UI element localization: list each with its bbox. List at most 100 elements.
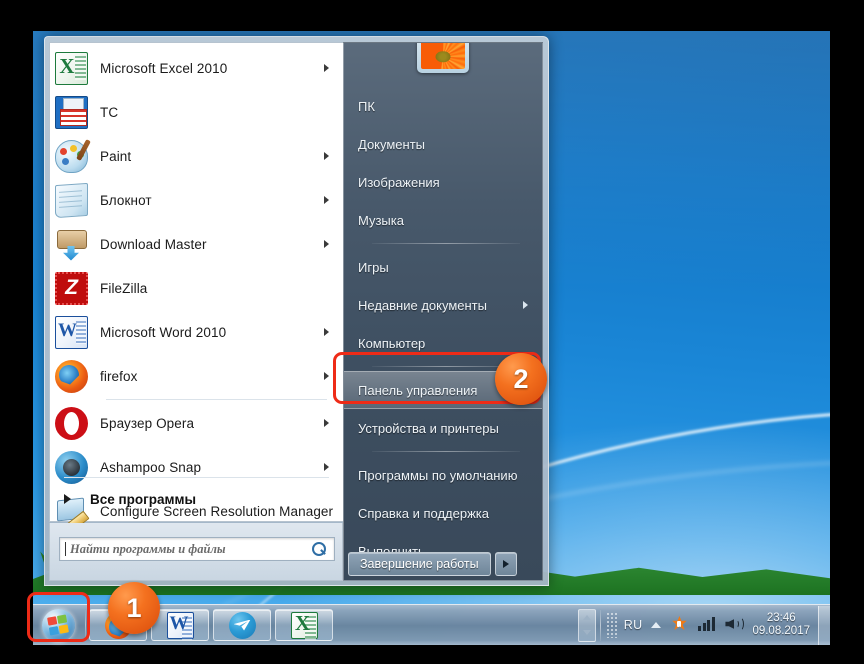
excel-icon [290,611,318,640]
program-item-1[interactable]: Microsoft Excel 2010 [50,46,343,90]
place-item-3[interactable]: Изображения [344,163,542,201]
program-list[interactable]: Microsoft Excel 2010 TC Paint Блокнот Downlo… [50,46,343,533]
chevron-right-icon[interactable] [324,64,329,72]
place-item-label: ПК [358,98,375,114]
chevron-right-icon[interactable] [324,152,329,160]
place-item-2[interactable]: Документы [344,125,542,163]
all-programs-separator [64,477,329,478]
chevron-right-icon[interactable] [324,463,329,471]
place-item-label: Изображения [358,174,440,190]
system-tray[interactable]: RU 23:46 09.08.2017 [577,605,830,645]
place-item-label: Игры [358,259,389,275]
place-item-label: Справка и поддержка [358,505,489,521]
place-item-4[interactable]: Музыка [344,201,542,239]
total-commander-icon [55,95,88,129]
chevron-right-icon [64,494,71,504]
shutdown-button[interactable]: Завершение работы [348,552,491,576]
chevron-right-icon[interactable] [324,328,329,336]
place-item-label: Программы по умолчанию [358,467,518,483]
text-caret [65,542,66,556]
program-item-label: Microsoft Word 2010 [100,324,227,340]
tray-divider [599,609,601,641]
place-item-10[interactable]: Программы по умолчанию [344,456,542,494]
clock-date: 09.08.2017 [752,625,810,637]
avatar[interactable] [417,43,469,73]
program-item-label: firefox [100,368,138,384]
place-item-5[interactable]: Игры [344,248,542,286]
all-programs-button[interactable]: Все программы [50,479,343,519]
avatar-frame [417,43,469,73]
program-item-6[interactable]: FileZilla [50,266,343,310]
place-item-9[interactable]: Устройства и принтеры [344,409,542,447]
filezilla-icon [55,271,88,305]
program-item-label: FileZilla [100,280,148,296]
program-item-label: TC [100,104,119,120]
chevron-right-icon[interactable] [324,240,329,248]
show-hidden-icons-button[interactable] [651,622,662,628]
chevron-right-icon[interactable] [324,372,329,380]
taskbar-divider [85,610,86,640]
tray-scroll-buttons[interactable] [577,608,596,642]
volume-icon[interactable] [725,616,745,634]
search-input[interactable]: Найти программы и файлы [59,537,335,561]
chevron-right-icon[interactable] [324,419,329,427]
program-item-3[interactable]: Paint [50,134,343,178]
places-separator [372,243,520,244]
chevron-up-icon [582,614,591,620]
place-item-1[interactable]: ПК [344,87,542,125]
program-item-4[interactable]: Блокнот [50,178,343,222]
place-item-label: Документы [358,136,426,152]
taskbar-button-telegram[interactable] [213,609,271,641]
places-list[interactable]: ПК Документы Изображения Музыка Игры Недавние… [344,87,542,570]
start-menu[interactable]: Microsoft Excel 2010 TC Paint Блокнот Downlo… [44,36,549,586]
antivirus-icon[interactable] [671,616,689,634]
places-separator [372,451,520,452]
start-menu-programs-pane[interactable]: Microsoft Excel 2010 TC Paint Блокнот Downlo… [49,42,343,522]
taskbar-button-word[interactable] [151,609,209,641]
telegram-icon [228,611,256,639]
start-menu-search-area[interactable]: Найти программы и файлы [49,523,343,581]
download-master-icon [55,228,88,261]
place-item-label: Компьютер [358,335,426,351]
search-placeholder: Найти программы и файлы [70,541,226,556]
program-item-9[interactable]: Браузер Opera [50,401,343,445]
paint-icon [55,139,88,173]
taskbar-button-excel[interactable] [275,609,333,641]
show-desktop-button[interactable] [818,605,830,645]
clock[interactable]: 23:46 09.08.2017 [752,612,810,638]
place-item-11[interactable]: Справка и поддержка [344,494,542,532]
program-item-2[interactable]: TC [50,90,343,134]
program-item-5[interactable]: Download Master [50,222,343,266]
program-item-label: Paint [100,148,132,164]
word-icon [55,315,88,349]
program-item-label: Браузер Opera [100,415,195,431]
annotation-badge-1: 1 [108,582,160,634]
tray-grip-handle[interactable] [605,612,618,638]
start-menu-places-pane[interactable]: ПК Документы Изображения Музыка Игры Недавние… [343,42,543,581]
program-item-8[interactable]: firefox [50,354,343,398]
program-item-label: Ashampoo Snap [100,459,202,475]
program-list-separator [106,399,327,400]
program-item-7[interactable]: Microsoft Word 2010 [50,310,343,354]
clock-time: 23:46 [766,612,796,624]
network-signal-icon[interactable] [698,616,716,634]
shutdown-options-button[interactable] [494,552,517,576]
windows-start-orb-icon [41,608,75,642]
shutdown-row[interactable]: Завершение работы [348,550,538,578]
chevron-down-icon [582,630,591,636]
place-item-label: Недавние документы [358,297,487,313]
program-item-label: Microsoft Excel 2010 [100,60,228,76]
chevron-right-icon[interactable] [324,196,329,204]
chevron-right-icon[interactable] [523,301,528,309]
windows-flag-icon [47,614,69,636]
word-icon [166,611,194,640]
search-icon [312,542,327,557]
place-item-6[interactable]: Недавние документы [344,286,542,324]
firefox-icon [55,359,88,393]
excel-icon [55,51,88,85]
chevron-right-icon [502,560,509,568]
language-indicator[interactable]: RU [624,618,643,632]
notepad-icon [55,182,88,218]
avatar-flower-image [421,43,465,69]
start-button[interactable] [34,606,82,645]
